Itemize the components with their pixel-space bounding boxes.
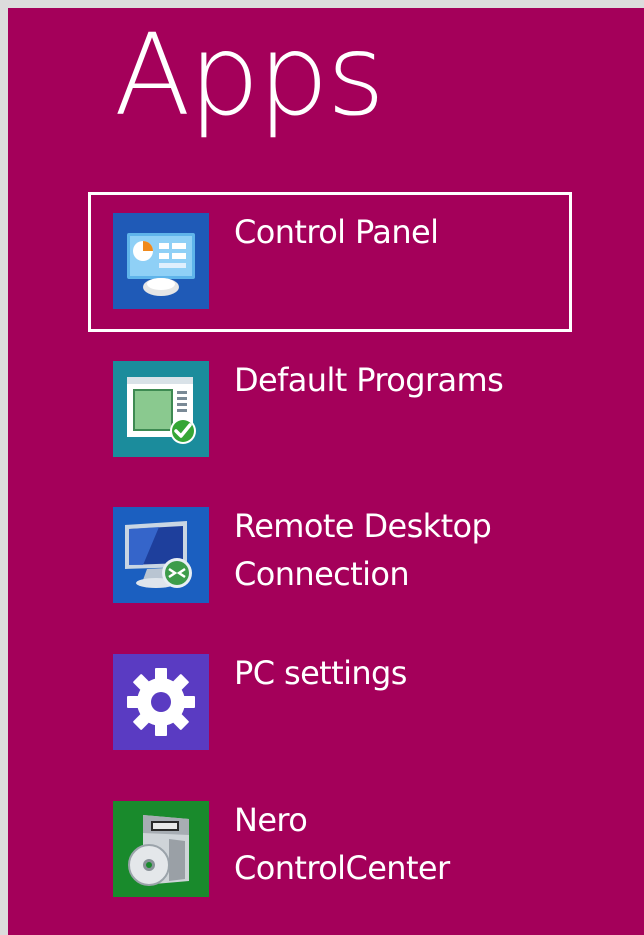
control-panel-tile [113, 213, 209, 309]
app-label: Remote Desktop Connection [234, 507, 492, 593]
remote-desktop-icon [113, 507, 209, 603]
nero-controlcenter-tile [113, 801, 209, 897]
default-programs-tile [113, 361, 209, 457]
app-item-control-panel[interactable]: Control Panel [88, 192, 572, 332]
start-screen: Apps Control Panel Default Programs Remo… [8, 8, 644, 935]
remote-desktop-tile [113, 507, 209, 603]
app-label: Nero ControlCenter [234, 801, 450, 887]
app-item-nero-controlcenter[interactable]: Nero ControlCenter [88, 780, 572, 920]
gear-icon [113, 654, 209, 750]
nero-controlcenter-icon [113, 801, 209, 897]
app-list: Control Panel Default Programs Remote De… [8, 8, 644, 935]
control-panel-icon [113, 213, 209, 309]
app-item-default-programs[interactable]: Default Programs [88, 340, 572, 480]
app-label: Control Panel [234, 213, 439, 251]
app-item-pc-settings[interactable]: PC settings [88, 633, 572, 773]
default-programs-icon [113, 361, 209, 457]
app-item-remote-desktop-connection[interactable]: Remote Desktop Connection [88, 486, 572, 626]
pc-settings-tile [113, 654, 209, 750]
app-label: PC settings [234, 654, 407, 692]
app-label: Default Programs [234, 361, 504, 399]
